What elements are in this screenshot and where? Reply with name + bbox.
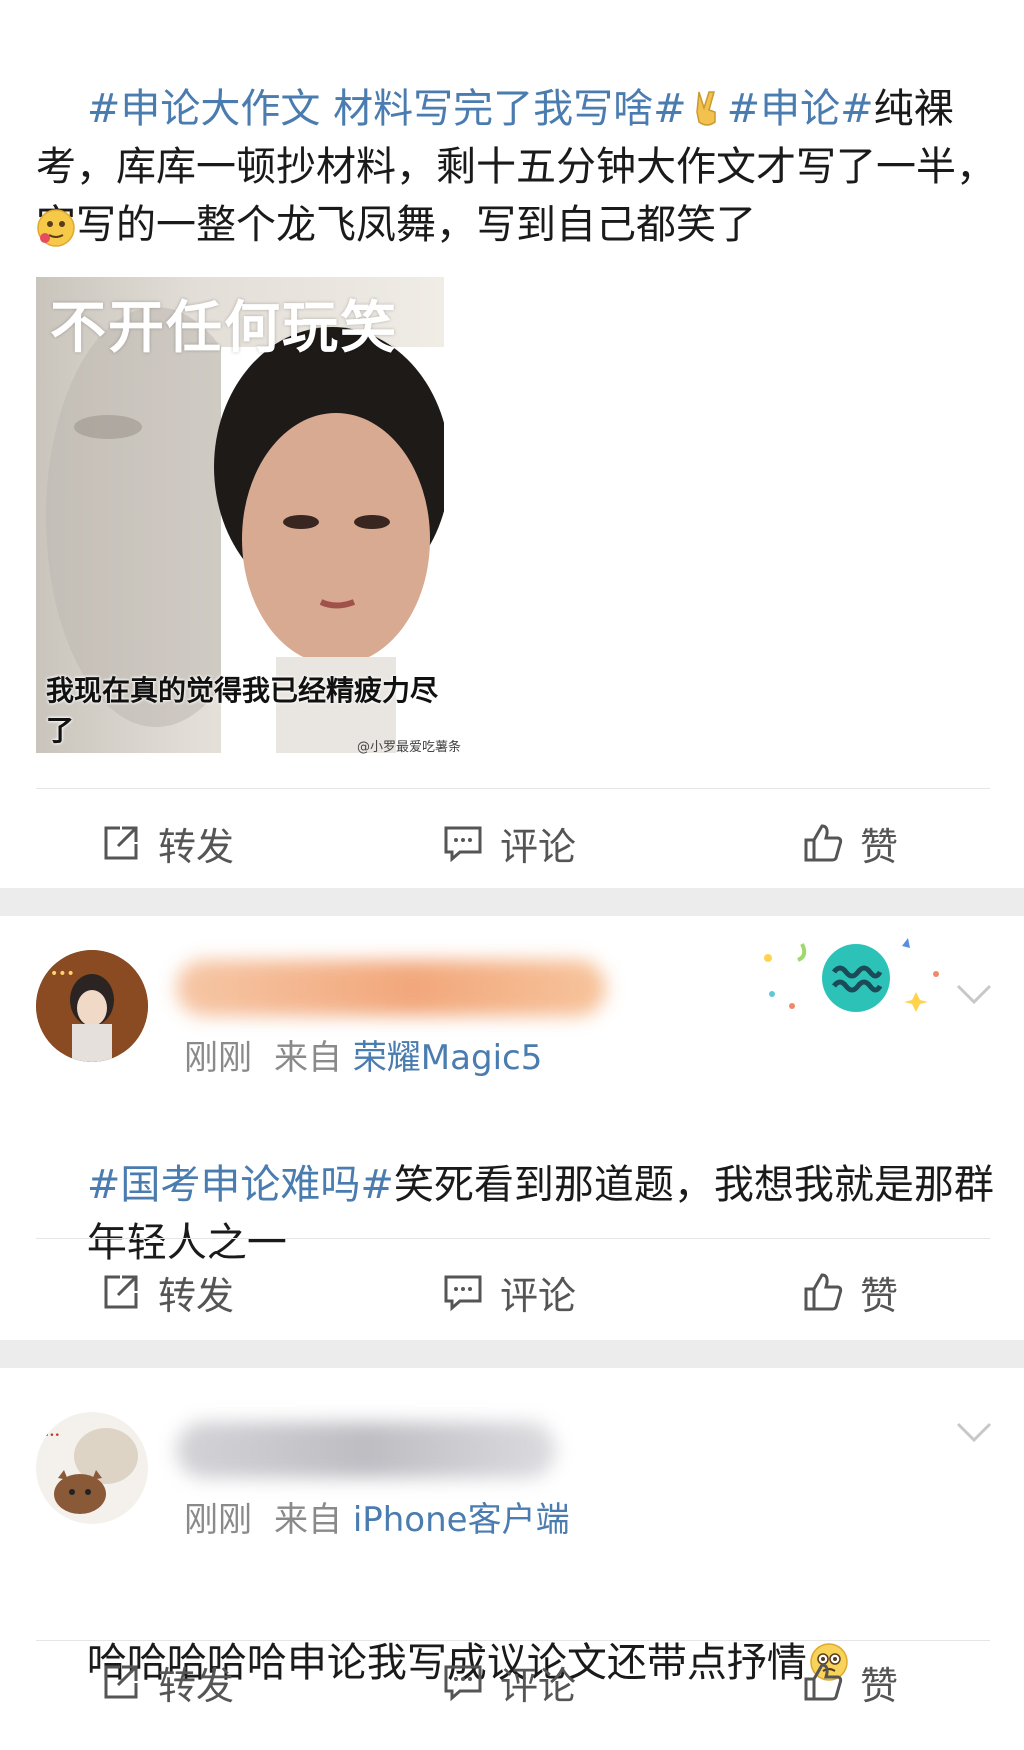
- comment-button[interactable]: 评论: [442, 803, 576, 883]
- repost-button[interactable]: 转发: [100, 803, 234, 883]
- divider: [36, 1640, 990, 1641]
- like-button[interactable]: 赞: [802, 803, 898, 883]
- like-icon: [804, 1663, 843, 1701]
- post-from: 来自: [274, 1500, 342, 1540]
- like-icon: [804, 824, 843, 862]
- divider: [36, 788, 990, 789]
- action-bar: 转发 评论 赞: [0, 803, 1024, 883]
- comment-icon: [444, 1275, 482, 1312]
- post-2: ••• 刚刚 来自 荣耀Magic5 #国考申论难吗#笑死看到那道题，我想我就是…: [0, 916, 1024, 1340]
- chevron-down-icon[interactable]: [950, 1408, 998, 1456]
- feed-separator: [0, 1340, 1024, 1368]
- username-blurred[interactable]: [176, 1422, 556, 1478]
- victory-hand-emoji: [687, 86, 727, 126]
- like-label: 赞: [860, 1273, 899, 1318]
- comment-label: 评论: [500, 824, 577, 869]
- comment-label: 评论: [500, 1273, 577, 1318]
- blush-emoji: [36, 208, 76, 248]
- avatar[interactable]: •••: [36, 950, 148, 1062]
- hashtag-link[interactable]: #申论#: [727, 86, 874, 132]
- feed-separator: [0, 888, 1024, 916]
- like-button[interactable]: 赞: [802, 1252, 898, 1332]
- repost-label: 转发: [158, 824, 235, 869]
- like-icon: [804, 1273, 843, 1311]
- svg-text:•••: •••: [50, 966, 75, 982]
- hashtag-link[interactable]: #申论大作文 材料写完了我写啥#: [87, 86, 687, 132]
- comment-icon: [444, 1665, 482, 1702]
- repost-icon: [104, 1665, 138, 1699]
- meme-image[interactable]: 不开任何玩笑 我现在真的觉得我已经精疲力尽了: [36, 277, 444, 753]
- repost-button[interactable]: 转发: [100, 1642, 234, 1722]
- action-bar: 转发 评论 赞: [0, 1252, 1024, 1332]
- comment-label: 评论: [500, 1663, 577, 1708]
- aquarius-badge: [752, 934, 952, 1022]
- divider: [36, 1238, 990, 1239]
- like-label: 赞: [860, 824, 899, 869]
- post-source[interactable]: 荣耀Magic5: [353, 1038, 543, 1078]
- comment-button[interactable]: 评论: [442, 1252, 576, 1332]
- repost-label: 转发: [158, 1663, 235, 1708]
- post-meta: 刚刚 来自 iPhone客户端: [184, 1492, 570, 1541]
- like-label: 赞: [860, 1663, 899, 1708]
- post-time: 刚刚: [184, 1038, 252, 1078]
- action-bar: 转发 评论 赞: [0, 1642, 1024, 1722]
- post-1: #申论大作文 材料写完了我写啥# #申论#纯裸考，库库一顿抄材料，剩十五分钟大作文…: [0, 0, 1024, 888]
- comment-button[interactable]: 评论: [442, 1642, 576, 1722]
- post-3: ••• 刚刚 来自 iPhone客户端 哈哈哈哈哈申论我写成议论文还带点抒情 转…: [0, 1368, 1024, 1726]
- repost-icon: [104, 1275, 138, 1309]
- meme-caption-top: 不开任何玩笑: [50, 296, 398, 361]
- post-time: 刚刚: [184, 1500, 252, 1540]
- svg-text:•••: •••: [44, 1431, 60, 1441]
- post-meta: 刚刚 来自 荣耀Magic5: [184, 1030, 542, 1079]
- post-source[interactable]: iPhone客户端: [353, 1500, 570, 1540]
- repost-button[interactable]: 转发: [100, 1252, 234, 1332]
- avatar[interactable]: •••: [36, 1412, 148, 1524]
- like-button[interactable]: 赞: [802, 1642, 898, 1722]
- username-blurred[interactable]: [176, 960, 606, 1016]
- repost-icon: [104, 826, 138, 860]
- post-text: #申论大作文 材料写完了我写啥# #申论#纯裸考，库库一顿抄材料，剩十五分钟大作文…: [36, 22, 996, 312]
- chevron-down-icon[interactable]: [950, 970, 998, 1018]
- post-from: 来自: [274, 1038, 342, 1078]
- repost-label: 转发: [158, 1273, 235, 1318]
- comment-icon: [444, 826, 482, 863]
